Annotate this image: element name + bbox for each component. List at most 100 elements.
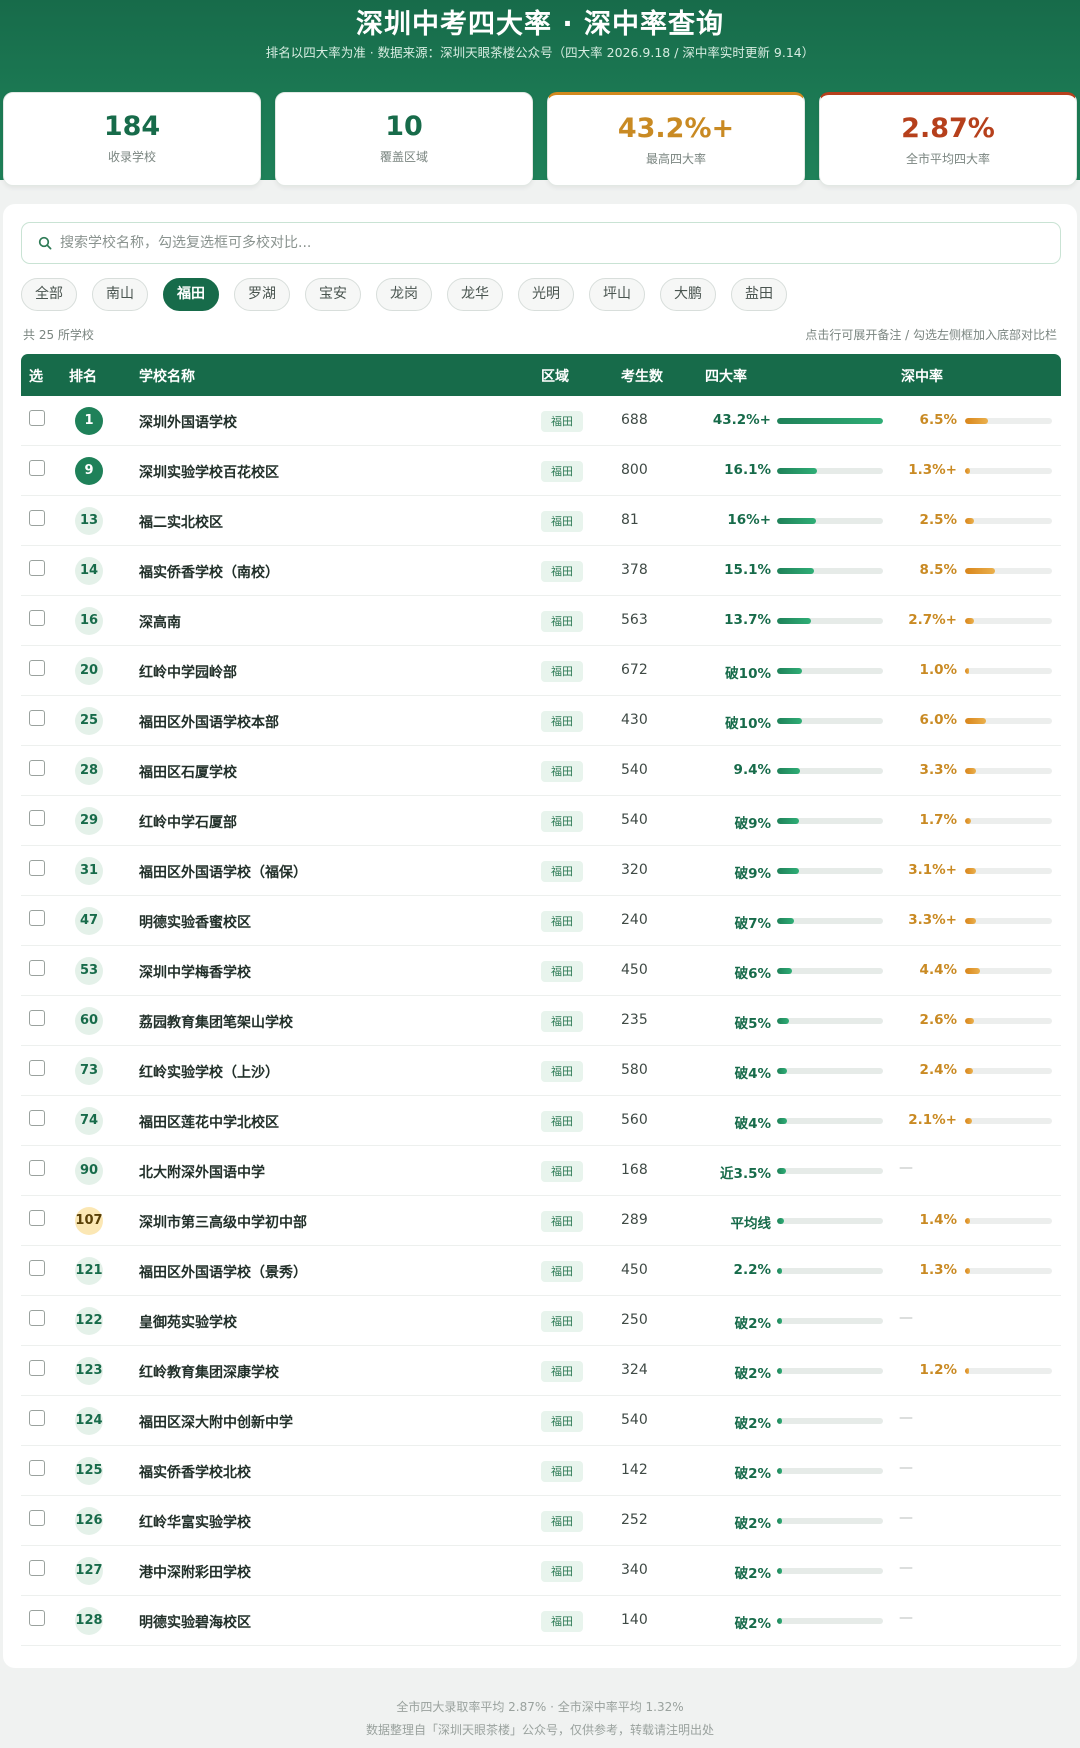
compare-checkbox[interactable] [29,1060,45,1076]
filter-chip-2[interactable]: 福田 [163,278,219,311]
filter-chip-7[interactable]: 光明 [518,278,574,311]
compare-checkbox[interactable] [29,410,45,426]
compare-checkbox[interactable] [29,760,45,776]
sz-rate-bar [965,568,1052,574]
compare-checkbox[interactable] [29,1510,45,1526]
filter-chip-4[interactable]: 宝安 [305,278,361,311]
rank-badge: 29 [75,807,103,835]
compare-checkbox[interactable] [29,1360,45,1376]
filter-chip-10[interactable]: 盐田 [731,278,787,311]
table-row[interactable]: 60 荔园教育集团笔架山学校 福田 235 破5% 2.6% [21,996,1061,1046]
four-rate-bar-fill [777,1018,790,1024]
table-row[interactable]: 29 红岭中学石厦部 福田 540 破9% 1.7% [21,796,1061,846]
table-row[interactable]: 28 福田区石厦学校 福田 540 9.4% 3.3% [21,746,1061,796]
sz-rate-bar-fill [965,768,977,774]
four-rate-value: 破2% [734,1516,771,1532]
compare-checkbox[interactable] [29,560,45,576]
compare-checkbox[interactable] [29,710,45,726]
sz-rate-value: 6.5% [919,412,957,428]
table-row[interactable]: 127 港中深附彩田学校 福田 340 破2% — [21,1546,1061,1596]
table-row[interactable]: 74 福田区莲花中学北校区 福田 560 破4% 2.1%+ [21,1096,1061,1146]
district-tag: 福田 [541,1311,583,1332]
compare-checkbox[interactable] [29,610,45,626]
sz-rate-bar [965,818,1052,824]
table-row[interactable]: 16 深高南 福田 563 13.7% 2.7%+ [21,596,1061,646]
table-row[interactable]: 20 红岭中学园岭部 福田 672 破10% 1.0% [21,646,1061,696]
district-tag: 福田 [541,911,583,932]
compare-checkbox[interactable] [29,1560,45,1576]
four-rate-bar-fill [777,1468,783,1474]
filter-chip-8[interactable]: 坪山 [589,278,645,311]
table-row[interactable]: 9 深圳实验学校百花校区 福田 800 16.1% 1.3%+ [21,446,1061,496]
table-row[interactable]: 107 深圳市第三高级中学初中部 福田 289 平均线 1.4% [21,1196,1061,1246]
table-row[interactable]: 121 福田区外国语学校（景秀） 福田 450 2.2% 1.3% [21,1246,1061,1296]
compare-checkbox[interactable] [29,660,45,676]
table-row[interactable]: 31 福田区外国语学校（福保） 福田 320 破9% 3.1%+ [21,846,1061,896]
table-row[interactable]: 13 福二实北校区 福田 81 16%+ 2.5% [21,496,1061,546]
table-row[interactable]: 47 明德实验香蜜校区 福田 240 破7% 3.3%+ [21,896,1061,946]
student-count: 672 [621,662,648,678]
school-name: 深圳外国语学校 [139,415,237,431]
four-rate-value: 平均线 [730,1216,772,1232]
search-input[interactable] [60,223,1040,262]
four-rate-bar-fill [777,868,800,874]
compare-checkbox[interactable] [29,1410,45,1426]
compare-checkbox[interactable] [29,1310,45,1326]
table-row[interactable]: 126 红岭华富实验学校 福田 252 破2% — [21,1496,1061,1546]
table-row[interactable]: 125 福实侨香学校北校 福田 142 破2% — [21,1446,1061,1496]
footer-source-note: 数据整理自「深圳天眼茶楼」公众号，仅供参考，转载请注明出处 [365,1723,714,1737]
filter-chip-5[interactable]: 龙岗 [376,278,432,311]
compare-checkbox[interactable] [29,810,45,826]
filter-chip-3[interactable]: 罗湖 [234,278,290,311]
filter-chip-9[interactable]: 大鹏 [660,278,716,311]
filter-chip-0[interactable]: 全部 [21,278,77,311]
result-count: 共 25 所学校 [23,328,94,342]
compare-checkbox[interactable] [29,1110,45,1126]
table-row[interactable]: 123 红岭教育集团深康学校 福田 324 破2% 1.2% [21,1346,1061,1396]
compare-checkbox[interactable] [29,1260,45,1276]
table-row[interactable]: 73 红岭实验学校（上沙） 福田 580 破4% 2.4% [21,1046,1061,1096]
table-row[interactable]: 122 皇御苑实验学校 福田 250 破2% — [21,1296,1061,1346]
page-subtitle: 排名以四大率为准 · 数据来源：深圳天眼茶楼公众号（四大率 2026.9.18 … [265,45,815,60]
compare-checkbox[interactable] [29,1160,45,1176]
header-district: 区域 [541,369,569,385]
student-count: 450 [621,962,648,978]
district-tag: 福田 [541,411,583,432]
table-row[interactable]: 25 福田区外国语学校本部 福田 430 破10% 6.0% [21,696,1061,746]
rank-badge: 9 [75,457,103,485]
sz-rate-bar [965,1268,1052,1274]
compare-checkbox[interactable] [29,1610,45,1626]
filter-chip-6[interactable]: 龙华 [447,278,503,311]
search-box [21,222,1061,264]
compare-checkbox[interactable] [29,910,45,926]
filter-chip-1[interactable]: 南山 [92,278,148,311]
student-count: 250 [621,1312,648,1328]
table-row[interactable]: 1 深圳外国语学校 福田 688 43.2%+ 6.5% [21,396,1061,446]
school-name: 北大附深外国语中学 [139,1165,265,1181]
table-row[interactable]: 124 福田区深大附中创新中学 福田 540 破2% — [21,1396,1061,1446]
four-rate-bar-fill [777,518,817,524]
table-row[interactable]: 128 明德实验碧海校区 福田 140 破2% — [21,1596,1061,1646]
compare-checkbox[interactable] [29,510,45,526]
compare-checkbox[interactable] [29,460,45,476]
student-count: 289 [621,1212,648,1228]
four-rate-bar-fill [777,568,815,574]
four-rate-bar-fill [777,1318,783,1324]
table-row[interactable]: 53 深圳中学梅香学校 福田 450 破6% 4.4% [21,946,1061,996]
compare-checkbox[interactable] [29,1010,45,1026]
compare-checkbox[interactable] [29,860,45,876]
four-rate-bar [777,1318,883,1324]
sz-rate-bar [965,1018,1052,1024]
rank-badge: 128 [75,1607,103,1635]
table-row[interactable]: 14 福实侨香学校（南校） 福田 378 15.1% 8.5% [21,546,1061,596]
rank-badge: 20 [75,657,103,685]
student-count: 580 [621,1062,648,1078]
compare-checkbox[interactable] [29,960,45,976]
compare-checkbox[interactable] [29,1210,45,1226]
table-row[interactable]: 90 北大附深外国语中学 福田 168 近3.5% — [21,1146,1061,1196]
school-name: 红岭华富实验学校 [139,1515,251,1531]
district-tag: 福田 [541,461,583,482]
compare-checkbox[interactable] [29,1460,45,1476]
header-four-rate: 四大率 [705,369,747,385]
sz-rate-value: 8.5% [919,562,957,578]
